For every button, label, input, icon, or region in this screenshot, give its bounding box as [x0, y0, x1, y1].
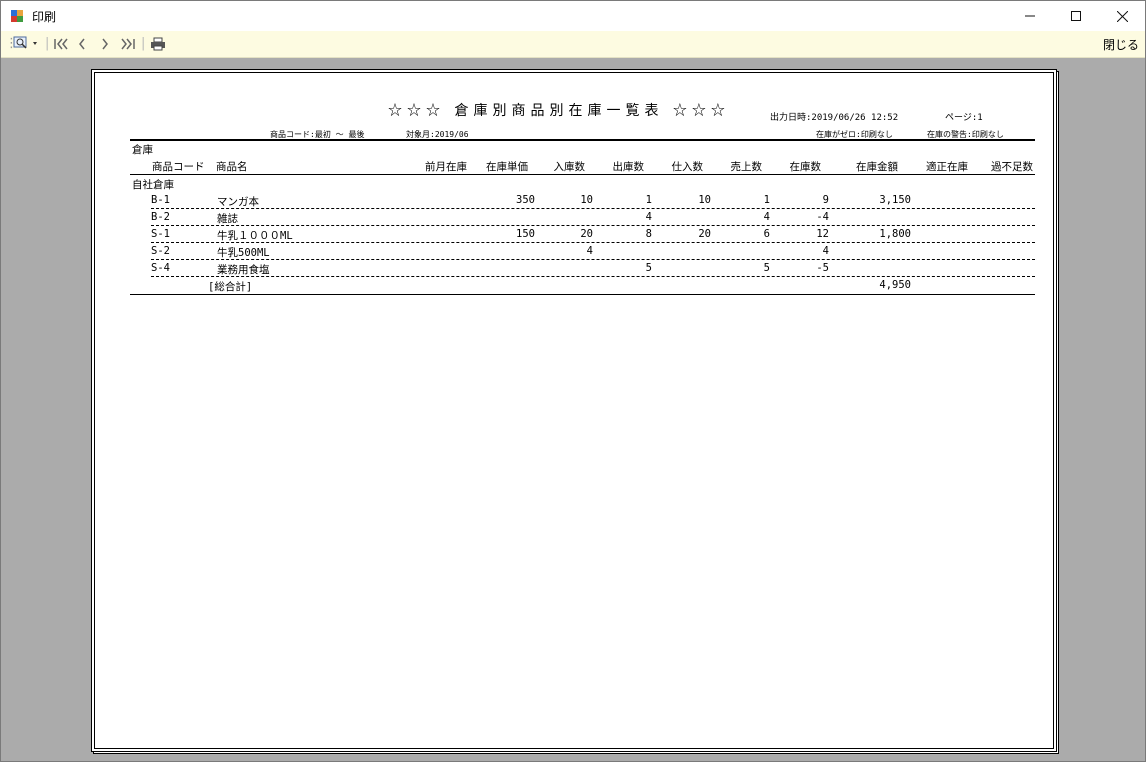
- row-stock-amount: 3,150: [879, 194, 911, 206]
- print-button[interactable]: [150, 36, 166, 52]
- row-code: S-2: [151, 245, 170, 257]
- previous-page-button[interactable]: [76, 36, 88, 52]
- first-page-icon: [54, 38, 68, 50]
- row-name: マンガ本: [217, 196, 259, 208]
- column-header: 在庫数: [789, 161, 822, 173]
- warehouse-name: 自社倉庫: [132, 179, 174, 191]
- maximize-button[interactable]: [1053, 1, 1099, 31]
- row-out-qty: 4: [645, 211, 652, 223]
- row-separator: [151, 259, 1035, 260]
- row-stock-qty: 9: [822, 194, 829, 206]
- close-preview-button[interactable]: 閉じる: [1103, 36, 1139, 53]
- column-header: 過不足数: [991, 161, 1033, 173]
- title-bar: 印刷: [1, 1, 1145, 31]
- chevron-right-icon: [102, 38, 108, 50]
- print-preview-window: 印刷 ⋮ | | 閉じる ☆☆☆ 倉庫別商品別在庫一覧表 ☆☆☆ 出力日時:20…: [0, 0, 1146, 762]
- close-window-button[interactable]: [1099, 1, 1145, 31]
- row-stock-amount: 1,800: [879, 228, 911, 240]
- column-header: 商品コード: [152, 161, 205, 173]
- toolbar-separator: |: [141, 36, 146, 51]
- zoom-icon: [13, 36, 37, 49]
- report-page: ☆☆☆ 倉庫別商品別在庫一覧表 ☆☆☆ 出力日時:2019/06/26 12:5…: [91, 69, 1057, 752]
- minimize-button[interactable]: [1007, 1, 1053, 31]
- row-stock-qty: 4: [822, 245, 829, 257]
- last-page-icon: [121, 38, 135, 50]
- row-name: 雑誌: [217, 213, 238, 225]
- row-name: 業務用食塩: [217, 264, 270, 276]
- column-header: 適正在庫: [926, 161, 968, 173]
- chevron-left-icon: [79, 38, 85, 50]
- header-top-rule: [130, 139, 1035, 141]
- row-separator: [151, 208, 1035, 209]
- window-title: 印刷: [32, 10, 57, 24]
- row-separator: [151, 225, 1035, 226]
- output-datetime: 出力日時:2019/06/26 12:52: [770, 113, 899, 123]
- total-label: [総合計]: [208, 281, 253, 293]
- report-title: ☆☆☆ 倉庫別商品別在庫一覧表 ☆☆☆: [388, 103, 730, 119]
- header-bottom-rule: [130, 174, 1035, 175]
- row-separator: [151, 276, 1035, 277]
- row-name: 牛乳500ML: [217, 247, 270, 259]
- row-code: B-2: [151, 211, 170, 223]
- total-amount: 4,950: [879, 279, 911, 291]
- printer-icon: [151, 37, 165, 51]
- toolbar: ⋮ | | 閉じる: [1, 31, 1145, 58]
- group-header: 倉庫: [132, 144, 153, 156]
- app-icon: [11, 10, 23, 22]
- row-code: S-4: [151, 262, 170, 274]
- toolbar-separator: |: [45, 36, 50, 51]
- row-in-qty: 4: [586, 245, 593, 257]
- column-header: 商品名: [216, 161, 248, 173]
- row-code: S-1: [151, 228, 170, 240]
- minimize-icon: [1025, 15, 1035, 17]
- first-page-button[interactable]: [53, 36, 69, 52]
- last-page-button[interactable]: [120, 36, 136, 52]
- row-stock-qty: -4: [816, 211, 829, 223]
- total-rule: [130, 294, 1035, 295]
- close-icon: [1116, 10, 1128, 22]
- zoom-button[interactable]: [13, 35, 41, 51]
- maximize-icon: [1071, 11, 1081, 21]
- row-name: 牛乳１０００ML: [217, 230, 293, 242]
- row-stock-qty: -5: [816, 262, 829, 274]
- row-out-qty: 5: [645, 262, 652, 274]
- page-number: ページ:1: [945, 113, 983, 123]
- next-page-button[interactable]: [99, 36, 111, 52]
- column-header: 前月在庫: [425, 161, 467, 173]
- row-separator: [151, 242, 1035, 243]
- column-header: 在庫金額: [856, 161, 898, 173]
- row-code: B-1: [151, 194, 170, 206]
- row-stock-qty: 12: [816, 228, 829, 240]
